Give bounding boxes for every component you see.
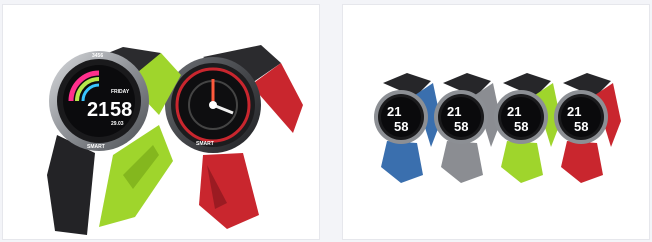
- red-watch-bezel-text: SMART: [196, 141, 214, 147]
- watch-red-group: SMART: [165, 45, 303, 229]
- product-card-dual-watch[interactable]: SMART 21 58 FRIDAY 29.03 3456 SMART: [2, 4, 320, 240]
- watch-lime-group: 21 58 FRIDAY 29.03 3456 SMART: [47, 47, 181, 235]
- variant-watch-1: 2158: [374, 73, 441, 183]
- variant-hour: 21: [447, 104, 461, 119]
- product-card-four-variants[interactable]: 21 58 21 58 21 58 21 58: [342, 4, 650, 240]
- variant-hour: 21: [387, 104, 401, 119]
- variant-band-bottom: [441, 141, 483, 183]
- variant-minute: 58: [454, 119, 468, 134]
- variant-hour: 21: [507, 104, 521, 119]
- variant-band-bottom: [561, 141, 603, 183]
- variant-minute: 58: [514, 119, 528, 134]
- variant-minute: 58: [394, 119, 408, 134]
- variant-band-bottom: [381, 141, 423, 183]
- variant-watch-2: 2158: [434, 73, 501, 183]
- lime-watch-day: FRIDAY: [111, 89, 130, 95]
- lime-band-bottom-dark: [47, 135, 95, 235]
- lime-watch-date: 29.03: [111, 121, 124, 127]
- variant-watch-4: 2158: [554, 73, 621, 183]
- product-image-dual-watch: SMART 21 58 FRIDAY 29.03 3456 SMART: [47, 45, 303, 235]
- lime-watch-minute: 58: [110, 99, 132, 121]
- lime-watch-bezel-bottom: SMART: [87, 144, 105, 150]
- lime-watch-bezel-top: 3456: [92, 53, 103, 59]
- variant-watch-3: 2158: [494, 73, 561, 183]
- variant-hour: 21: [567, 104, 581, 119]
- variant-minute: 58: [574, 119, 588, 134]
- lime-watch-hour: 21: [87, 99, 109, 121]
- red-band-bottom: [199, 153, 259, 229]
- product-image-four-variants: 2158215821582158: [374, 73, 621, 183]
- variant-band-bottom: [501, 141, 543, 183]
